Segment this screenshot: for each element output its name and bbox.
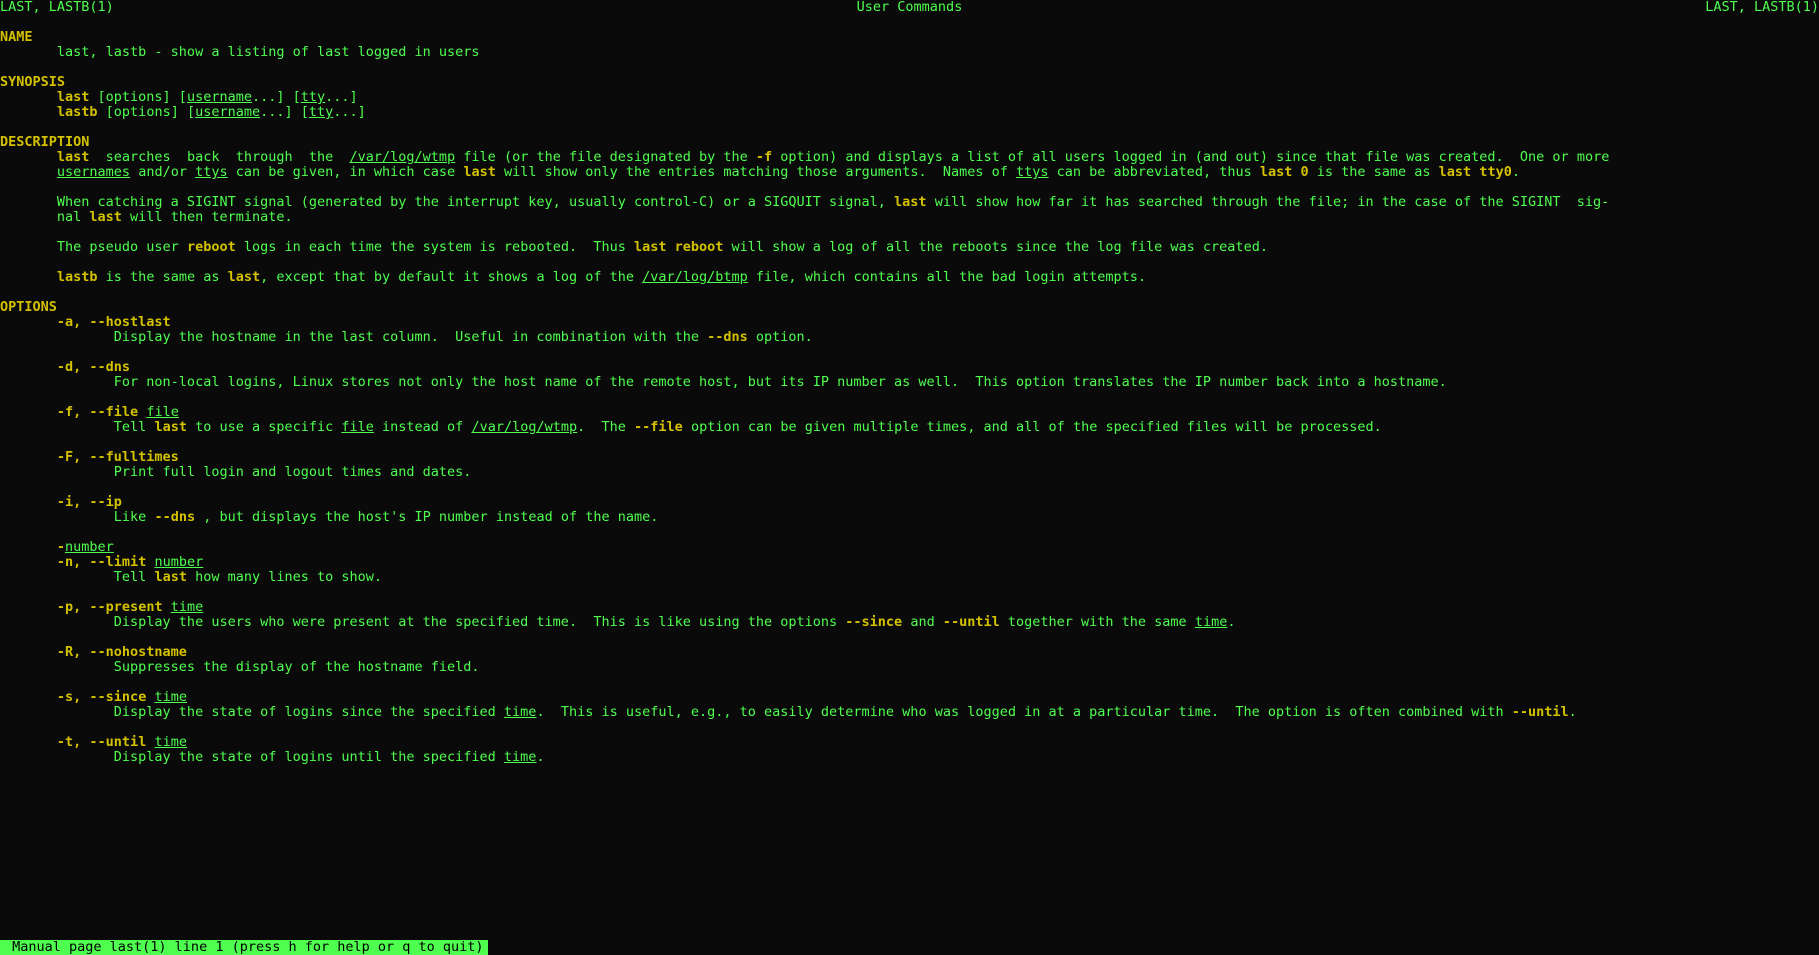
- section-description: DESCRIPTION: [0, 134, 89, 150]
- syn2-tty: tty: [309, 104, 333, 120]
- opt-number-dash: -: [0, 539, 65, 555]
- terminal-window[interactable]: LAST, LASTB(1) User Commands LAST, LASTB…: [0, 0, 1819, 955]
- path-wtmp: /var/log/wtmp: [350, 149, 456, 165]
- syn2-cmd: lastb: [0, 104, 98, 120]
- syn1-username: username: [187, 89, 252, 105]
- header-center: User Commands: [857, 0, 963, 15]
- manpage-body: NAME last, lastb - show a listing of las…: [0, 15, 1819, 765]
- syn1-tty: tty: [301, 89, 325, 105]
- syn1-cmd: last: [0, 89, 89, 105]
- opt-ip: -i, --ip: [0, 494, 122, 510]
- opt-hostlast: -a, --hostlast: [0, 314, 171, 330]
- manpage-header: LAST, LASTB(1) User Commands LAST, LASTB…: [0, 0, 1819, 15]
- syn2-username: username: [195, 104, 260, 120]
- opt-dns: -d, --dns: [0, 359, 130, 375]
- opt-fulltimes: -F, --fulltimes: [0, 449, 179, 465]
- name-text: last, lastb - show a listing of last log…: [0, 44, 480, 60]
- header-left: LAST, LASTB(1): [0, 0, 114, 15]
- opt-nohostname: -R, --nohostname: [0, 644, 187, 660]
- section-name: NAME: [0, 29, 33, 45]
- path-btmp: /var/log/btmp: [642, 269, 748, 285]
- opt-file: -f: [0, 404, 73, 420]
- header-right: LAST, LASTB(1): [1705, 0, 1819, 15]
- opt-since: -s: [0, 689, 73, 705]
- opt-limit: -n: [0, 554, 73, 570]
- opt-present: -p: [0, 599, 73, 615]
- section-options: OPTIONS: [0, 299, 57, 315]
- opt-until: -t: [0, 734, 73, 750]
- pager-status-bar[interactable]: Manual page last(1) line 1 (press h for …: [0, 940, 488, 955]
- section-synopsis: SYNOPSIS: [0, 74, 65, 90]
